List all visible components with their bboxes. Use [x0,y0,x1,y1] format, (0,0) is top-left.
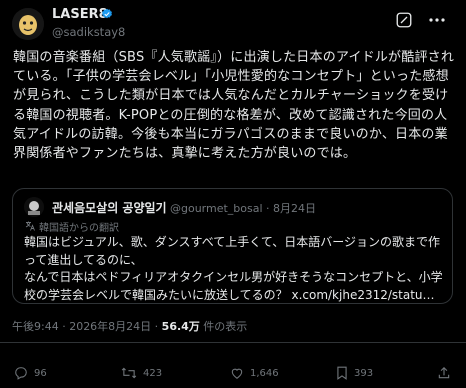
reply-button[interactable]: 96 [14,366,47,380]
more-options-icon[interactable] [428,17,446,23]
quote-author-name[interactable]: 관세음모살의 공양일기 [52,199,167,216]
tweet-text: 韓国の音楽番組（SBS『人気歌謡』）に出演した日本のアイドルが酷評されている。「… [13,50,455,162]
view-count: 56.4万 [161,320,200,333]
reply-count: 96 [34,367,47,379]
views-label: 件の表示 [199,320,248,333]
bookmark-count: 393 [354,367,374,379]
translate-icon [25,221,35,231]
author-display-name[interactable]: LASER8 [52,7,108,22]
share-button[interactable] [437,366,451,380]
like-count: 1,646 [250,367,279,379]
quote-handle-date: @gourmet_bosal · 8月24日 [170,202,317,215]
divider [0,342,466,343]
grok-icon[interactable] [395,11,413,29]
verified-badge-icon [102,8,112,19]
quote-author-avatar[interactable] [24,197,44,217]
quote-text: 韓国はビジュアル、歌、ダンスすべて上手くて、日本語バージョンの歌まで作って進出し… [24,234,449,304]
quote-link[interactable]: x.com/kjhe2312/statu… [291,288,434,302]
quoted-tweet[interactable]: 관세음모살의 공양일기 @gourmet_bosal · 8月24日 韓国語から… [12,188,453,304]
repost-button[interactable]: 423 [121,366,162,380]
author-handle[interactable]: @sadikstay8 [52,25,125,39]
repost-icon [121,367,137,379]
heart-icon [231,368,243,379]
time-date[interactable]: 午後9:44 · 2026年8月24日 · [12,320,162,333]
reply-icon [15,367,27,380]
bookmark-icon [337,366,347,380]
tweet-timestamp: 午後9:44 · 2026年8月24日 · 56.4万 件の表示 [12,318,247,334]
share-icon [438,366,450,379]
like-button[interactable]: 1,646 [230,366,279,380]
repost-count: 423 [143,367,163,379]
author-avatar[interactable] [12,8,44,40]
bookmark-button[interactable]: 393 [336,366,373,380]
translated-label[interactable]: 韓国語からの翻訳 [39,219,119,234]
